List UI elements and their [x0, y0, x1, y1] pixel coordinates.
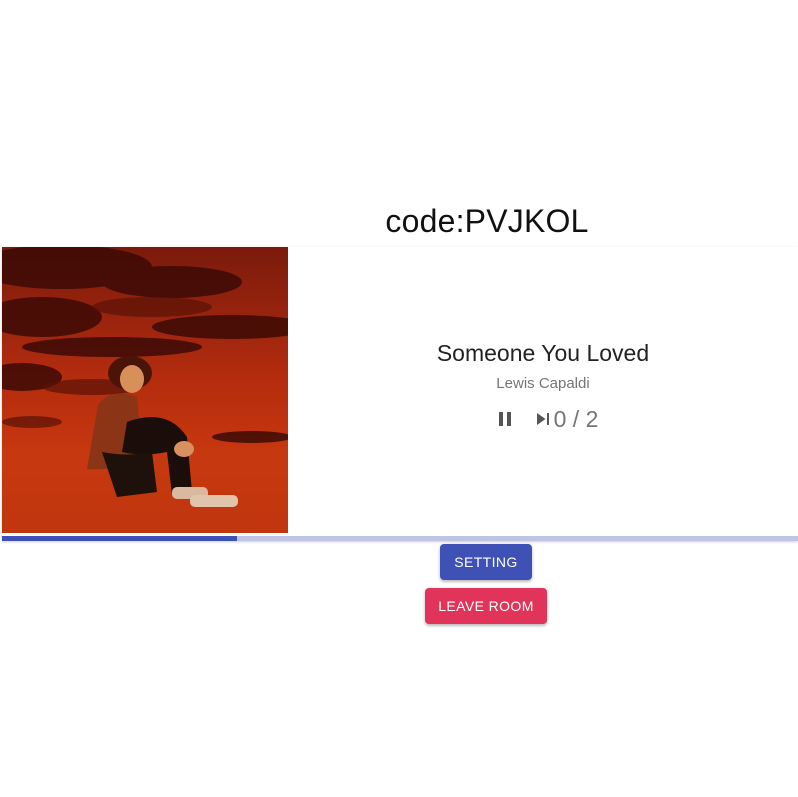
song-progress-fill — [2, 536, 237, 541]
pause-icon — [498, 412, 511, 426]
leave-room-button[interactable]: LEAVE ROOM — [425, 588, 547, 624]
pause-button[interactable] — [488, 402, 522, 436]
skip-next-icon — [536, 413, 549, 425]
album-cover — [2, 247, 288, 533]
song-title: Someone You Loved — [436, 340, 650, 366]
playback-controls: 0 / 2 — [488, 402, 599, 436]
song-progress-bar — [2, 536, 798, 541]
room-code-title: code:PVJKOL — [385, 203, 589, 239]
setting-button[interactable]: SETTING — [440, 544, 532, 580]
song-artist: Lewis Capaldi — [496, 375, 590, 392]
track-info: Someone You Loved Lewis Capaldi 0 / 2 — [288, 247, 798, 533]
skip-button[interactable]: 0 / 2 — [526, 402, 599, 436]
skip-votes-count: 0 / 2 — [553, 405, 599, 432]
music-player-card: Someone You Loved Lewis Capaldi 0 / 2 — [2, 247, 798, 541]
